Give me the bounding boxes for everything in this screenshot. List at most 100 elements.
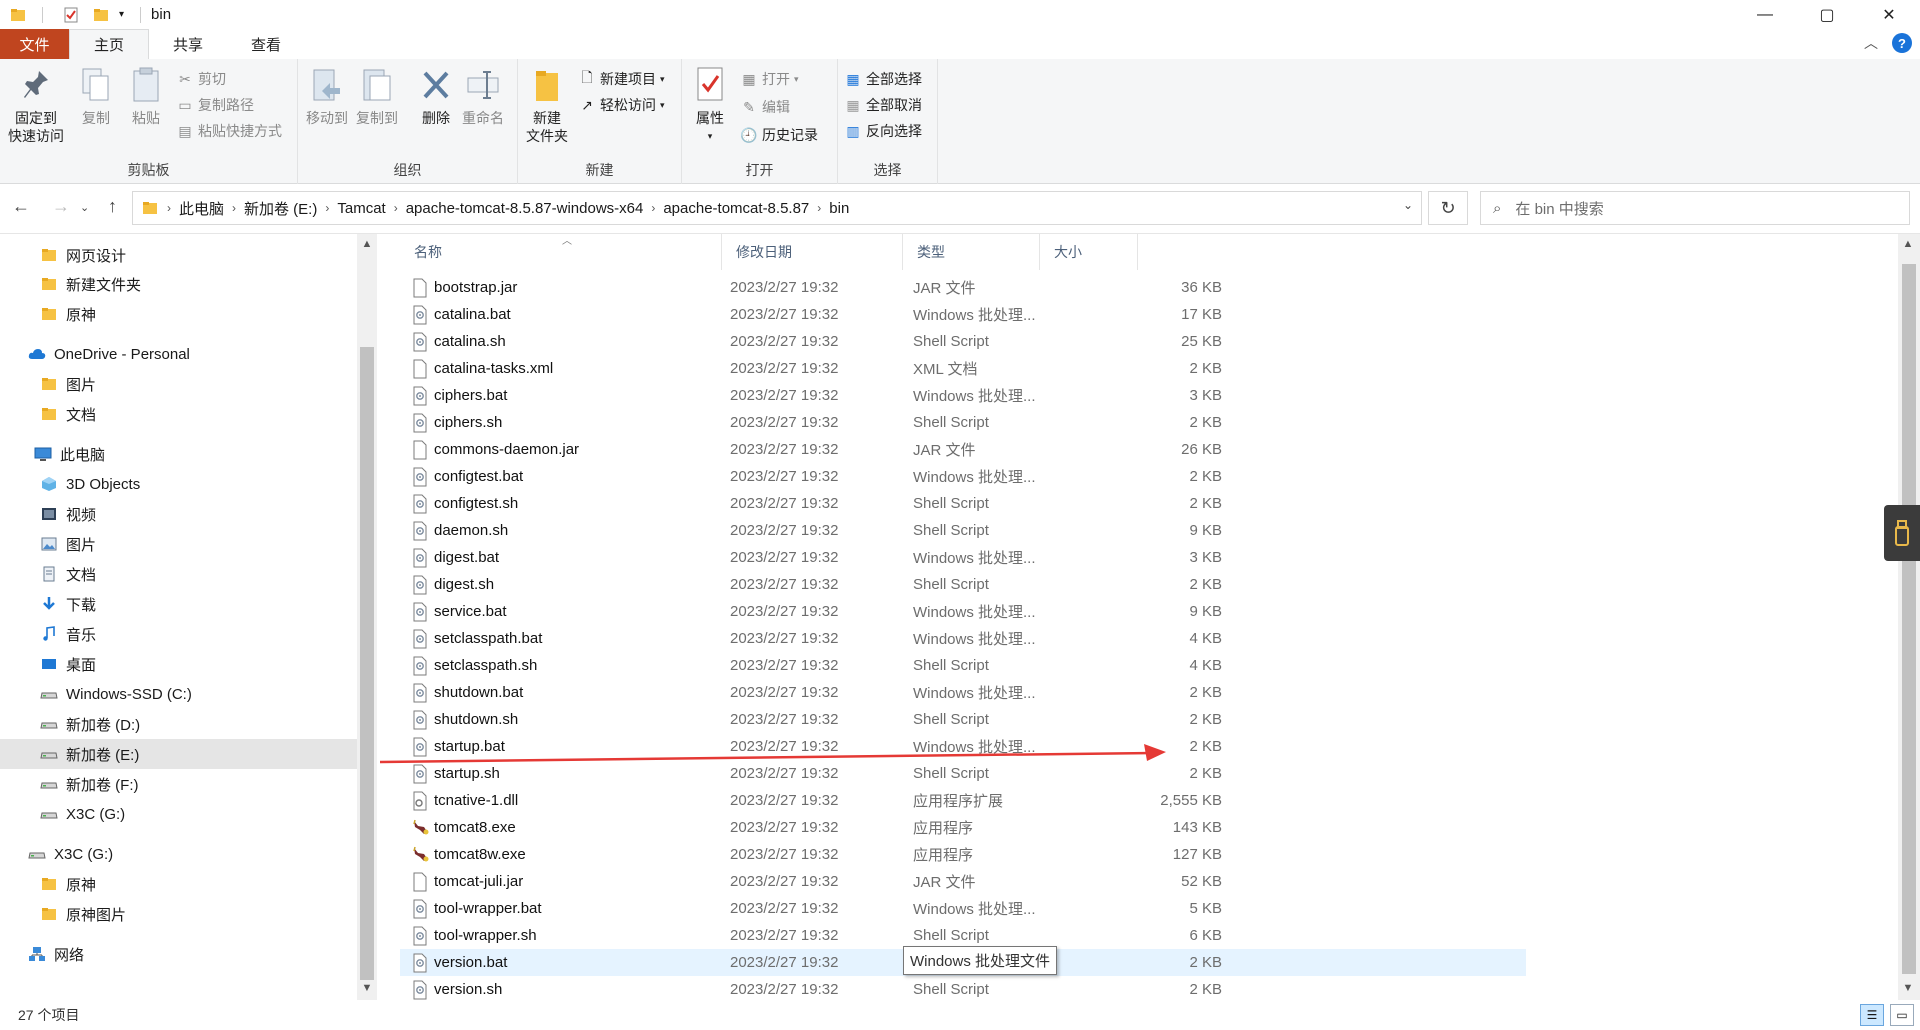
nav-item[interactable]: 新加卷 (D:) — [0, 709, 357, 739]
chevron-down-icon[interactable]: ⌄ — [1403, 198, 1413, 212]
details-view-button[interactable]: ☰ — [1860, 1004, 1884, 1026]
minimize-button[interactable]: — — [1734, 0, 1796, 29]
nav-item[interactable]: X3C (G:) — [0, 799, 357, 829]
tab-view[interactable]: 查看 — [227, 29, 305, 59]
nav-item[interactable]: 文档 — [0, 399, 357, 429]
properties-check-icon[interactable] — [63, 7, 79, 23]
rename-button[interactable]: 重命名 — [462, 65, 504, 127]
maximize-button[interactable]: ▢ — [1796, 0, 1858, 29]
breadcrumb-separator-icon[interactable]: › — [167, 201, 171, 215]
pin-quick-access-button[interactable]: 固定到 快速访问 — [8, 65, 64, 145]
nav-item[interactable]: 此电脑 — [0, 439, 357, 469]
column-header-size[interactable]: 大小 — [1040, 234, 1138, 270]
file-row[interactable]: tomcat8w.exe 2023/2/27 19:32 应用程序 127 KB — [400, 841, 1526, 868]
scroll-up-icon[interactable]: ▲ — [1898, 238, 1918, 250]
scroll-thumb[interactable] — [1902, 264, 1916, 974]
close-button[interactable]: ✕ — [1858, 0, 1920, 29]
nav-item[interactable]: 3D Objects — [0, 469, 357, 499]
nav-scrollbar[interactable]: ▲ ▼ — [357, 234, 377, 1000]
breadcrumb-tomcat-x64[interactable]: apache-tomcat-8.5.87-windows-x64 — [406, 200, 644, 217]
nav-item[interactable]: 原神图片 — [0, 899, 357, 929]
delete-button[interactable]: 删除 — [418, 65, 454, 127]
breadcrumb-drive-e[interactable]: 新加卷 (E:) — [244, 198, 317, 219]
file-row[interactable]: tomcat-juli.jar 2023/2/27 19:32 JAR 文件 52 K… — [400, 868, 1526, 895]
copy-path-button[interactable]: ▭ 复制路径 — [176, 95, 254, 115]
nav-item[interactable]: 网页设计 — [0, 240, 357, 270]
forward-arrow-icon[interactable]: → — [52, 196, 70, 217]
search-input[interactable]: ⌕ 在 bin 中搜索 — [1480, 191, 1910, 225]
file-row[interactable]: setclasspath.bat 2023/2/27 19:32 Windows 批… — [400, 625, 1526, 652]
scroll-down-icon[interactable]: ▼ — [1898, 982, 1918, 994]
scroll-down-icon[interactable]: ▼ — [357, 982, 377, 994]
invert-selection-button[interactable]: ▥ 反向选择 — [844, 121, 922, 141]
nav-item[interactable]: 网络 — [0, 939, 357, 969]
edit-button[interactable]: ✎ 编辑 — [740, 97, 790, 117]
nav-item[interactable]: 新加卷 (F:) — [0, 769, 357, 799]
address-bar[interactable]: › 此电脑 › 新加卷 (E:) › Tamcat › apache-tomca… — [132, 191, 1422, 225]
breadcrumb-bin[interactable]: bin — [829, 200, 849, 217]
tab-home[interactable]: 主页 — [69, 29, 150, 59]
nav-item[interactable]: 图片 — [0, 529, 357, 559]
nav-item[interactable]: 桌面 — [0, 649, 357, 679]
move-to-button[interactable]: 移动到 — [306, 65, 348, 127]
new-folder-button[interactable]: 新建 文件夹 — [526, 65, 568, 145]
file-row[interactable]: catalina.sh 2023/2/27 19:32 Shell Script 25… — [400, 328, 1526, 355]
help-icon[interactable]: ? — [1892, 33, 1912, 53]
refresh-button[interactable]: ↻ — [1428, 191, 1468, 225]
breadcrumb-separator-icon[interactable]: › — [325, 201, 329, 215]
nav-item[interactable]: 图片 — [0, 369, 357, 399]
tab-share[interactable]: 共享 — [149, 29, 227, 59]
file-row[interactable]: digest.bat 2023/2/27 19:32 Windows 批处理... 3… — [400, 544, 1526, 571]
file-row[interactable]: catalina-tasks.xml 2023/2/27 19:32 XML 文档 2… — [400, 355, 1526, 382]
breadcrumb-separator-icon[interactable]: › — [817, 201, 821, 215]
column-header-date[interactable]: 修改日期 — [722, 234, 903, 270]
file-row[interactable]: tomcat8.exe 2023/2/27 19:32 应用程序 143 KB — [400, 814, 1526, 841]
open-button[interactable]: ▦ 打开 ▾ — [740, 69, 798, 89]
file-row[interactable]: catalina.bat 2023/2/27 19:32 Windows 批处理..… — [400, 301, 1526, 328]
back-arrow-icon[interactable]: ← — [12, 196, 30, 217]
file-row[interactable]: tcnative-1.dll 2023/2/27 19:32 应用程序扩展 2,555… — [400, 787, 1526, 814]
file-row[interactable]: tool-wrapper.bat 2023/2/27 19:32 Windows 批… — [400, 895, 1526, 922]
collapse-ribbon-icon[interactable]: ︿ — [1864, 33, 1878, 53]
file-row[interactable]: service.bat 2023/2/27 19:32 Windows 批处理...… — [400, 598, 1526, 625]
new-folder-icon[interactable] — [93, 7, 109, 23]
breadcrumb-this-pc[interactable]: 此电脑 — [179, 198, 224, 219]
select-none-button[interactable]: ▦ 全部取消 — [844, 95, 922, 115]
file-list-scrollbar[interactable]: ▲ ▼ — [1898, 234, 1920, 1000]
copy-button[interactable]: 复制 — [78, 65, 114, 127]
breadcrumb-separator-icon[interactable]: › — [651, 201, 655, 215]
column-header-type[interactable]: 类型 — [903, 234, 1040, 270]
nav-item[interactable]: OneDrive - Personal — [0, 339, 357, 369]
up-arrow-icon[interactable]: ↑ — [108, 196, 117, 217]
large-icons-view-button[interactable]: ▭ — [1890, 1004, 1914, 1026]
qat-dropdown-icon[interactable]: ▾ — [119, 9, 124, 20]
nav-item[interactable]: 新加卷 (E:) — [0, 739, 357, 769]
cut-button[interactable]: ✂ 剪切 — [176, 69, 226, 89]
file-row[interactable]: ciphers.sh 2023/2/27 19:32 Shell Script 2 K… — [400, 409, 1526, 436]
breadcrumb-tomcat[interactable]: apache-tomcat-8.5.87 — [663, 200, 809, 217]
file-row[interactable]: setclasspath.sh 2023/2/27 19:32 Shell Scri… — [400, 652, 1526, 679]
file-row[interactable]: configtest.sh 2023/2/27 19:32 Shell Script… — [400, 490, 1526, 517]
nav-item[interactable]: 原神 — [0, 299, 357, 329]
properties-button[interactable]: 属性 ▾ — [692, 65, 728, 145]
nav-item[interactable]: 原神 — [0, 869, 357, 899]
file-row[interactable]: digest.sh 2023/2/27 19:32 Shell Script 2 KB — [400, 571, 1526, 598]
tab-file[interactable]: 文件 — [0, 29, 69, 59]
file-row[interactable]: daemon.sh 2023/2/27 19:32 Shell Script 9 KB — [400, 517, 1526, 544]
side-widget[interactable] — [1884, 505, 1920, 561]
paste-button[interactable]: 粘贴 — [128, 65, 164, 127]
scroll-up-icon[interactable]: ▲ — [357, 238, 377, 250]
file-row[interactable]: bootstrap.jar 2023/2/27 19:32 JAR 文件 36 KB — [400, 274, 1526, 301]
paste-shortcut-button[interactable]: ▤ 粘贴快捷方式 — [176, 121, 282, 141]
breadcrumb-tamcat[interactable]: Tamcat — [337, 200, 385, 217]
nav-item[interactable]: 下载 — [0, 589, 357, 619]
recent-dropdown-icon[interactable]: ⌄ — [80, 201, 89, 214]
copy-to-button[interactable]: 复制到 — [356, 65, 398, 127]
file-row[interactable]: ciphers.bat 2023/2/27 19:32 Windows 批处理...… — [400, 382, 1526, 409]
nav-item[interactable]: 视频 — [0, 499, 357, 529]
easy-access-button[interactable]: ↗ 轻松访问 ▾ — [578, 95, 664, 115]
file-row[interactable]: shutdown.sh 2023/2/27 19:32 Shell Script 2 … — [400, 706, 1526, 733]
nav-item[interactable]: 新建文件夹 — [0, 269, 357, 299]
breadcrumb-separator-icon[interactable]: › — [232, 201, 236, 215]
history-button[interactable]: 🕘 历史记录 — [740, 125, 818, 145]
